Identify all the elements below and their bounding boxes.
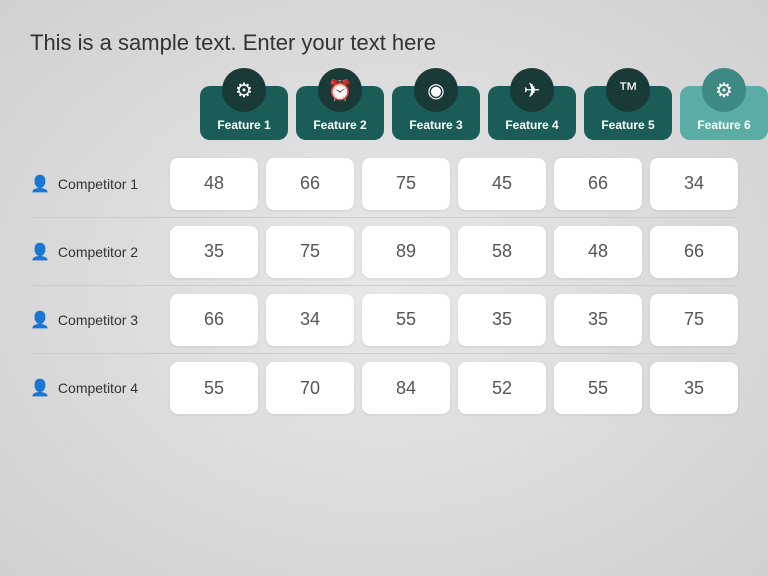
feature-icon-6: ⚙ [702, 68, 746, 112]
cell-r4-c5: 55 [554, 362, 642, 414]
cell-r1-c6: 34 [650, 158, 738, 210]
competitor-label-3: 👤 Competitor 3 [30, 310, 170, 330]
cell-r3-c6: 75 [650, 294, 738, 346]
competitor-cells-3: 663455353575 [170, 294, 738, 346]
cell-r3-c1: 66 [170, 294, 258, 346]
feature-label-5: Feature 5 [601, 118, 654, 132]
person-icon-3: 👤 [30, 310, 50, 330]
feature-col-1: ⚙Feature 1 [200, 86, 288, 140]
cell-r4-c3: 84 [362, 362, 450, 414]
competitor-cells-4: 557084525535 [170, 362, 738, 414]
feature-header-row: ⚙Feature 1⏰Feature 2◉Feature 3✈Feature 4… [200, 86, 738, 140]
feature-icon-4: ✈ [510, 68, 554, 112]
feature-icon-2: ⏰ [318, 68, 362, 112]
competitor-name-1: Competitor 1 [58, 176, 138, 192]
feature-label-6: Feature 6 [697, 118, 750, 132]
feature-col-6: ⚙Feature 6 [680, 86, 768, 140]
feature-icon-1: ⚙ [222, 68, 266, 112]
cell-r4-c6: 35 [650, 362, 738, 414]
competitor-label-1: 👤 Competitor 1 [30, 174, 170, 194]
feature-badge-4: ✈Feature 4 [488, 86, 576, 140]
cell-r1-c1: 48 [170, 158, 258, 210]
cell-r4-c1: 55 [170, 362, 258, 414]
cell-r4-c2: 70 [266, 362, 354, 414]
feature-badge-2: ⏰Feature 2 [296, 86, 384, 140]
feature-col-4: ✈Feature 4 [488, 86, 576, 140]
competitor-label-4: 👤 Competitor 4 [30, 378, 170, 398]
feature-label-2: Feature 2 [313, 118, 366, 132]
cell-r2-c6: 66 [650, 226, 738, 278]
page-title: This is a sample text. Enter your text h… [30, 30, 436, 56]
feature-badge-6: ⚙Feature 6 [680, 86, 768, 140]
feature-badge-5: ™Feature 5 [584, 86, 672, 140]
competitor-cells-2: 357589584866 [170, 226, 738, 278]
feature-badge-3: ◉Feature 3 [392, 86, 480, 140]
cell-r1-c2: 66 [266, 158, 354, 210]
competitor-name-2: Competitor 2 [58, 244, 138, 260]
cell-r1-c4: 45 [458, 158, 546, 210]
feature-col-5: ™Feature 5 [584, 86, 672, 140]
competitor-label-2: 👤 Competitor 2 [30, 242, 170, 262]
competitor-name-4: Competitor 4 [58, 380, 138, 396]
feature-col-3: ◉Feature 3 [392, 86, 480, 140]
feature-label-4: Feature 4 [505, 118, 558, 132]
person-icon-2: 👤 [30, 242, 50, 262]
comparison-table: ⚙Feature 1⏰Feature 2◉Feature 3✈Feature 4… [30, 86, 738, 422]
competitor-name-3: Competitor 3 [58, 312, 138, 328]
competitor-row-4: 👤Competitor 4557084525535 [30, 354, 738, 422]
feature-label-1: Feature 1 [217, 118, 270, 132]
competitor-row-3: 👤Competitor 3663455353575 [30, 286, 738, 354]
cell-r1-c5: 66 [554, 158, 642, 210]
feature-badge-1: ⚙Feature 1 [200, 86, 288, 140]
person-icon-4: 👤 [30, 378, 50, 398]
feature-label-3: Feature 3 [409, 118, 462, 132]
cell-r1-c3: 75 [362, 158, 450, 210]
cell-r2-c3: 89 [362, 226, 450, 278]
cell-r2-c5: 48 [554, 226, 642, 278]
competitor-row-1: 👤Competitor 1486675456634 [30, 150, 738, 218]
competitor-rows: 👤Competitor 1486675456634👤Competitor 235… [30, 150, 738, 422]
cell-r3-c2: 34 [266, 294, 354, 346]
feature-icon-5: ™ [606, 68, 650, 112]
competitor-cells-1: 486675456634 [170, 158, 738, 210]
person-icon-1: 👤 [30, 174, 50, 194]
cell-r2-c4: 58 [458, 226, 546, 278]
feature-col-2: ⏰Feature 2 [296, 86, 384, 140]
cell-r3-c3: 55 [362, 294, 450, 346]
cell-r4-c4: 52 [458, 362, 546, 414]
feature-icon-3: ◉ [414, 68, 458, 112]
competitor-row-2: 👤 Competitor 2 357589584866 [30, 218, 738, 286]
cell-r2-c2: 75 [266, 226, 354, 278]
cell-r3-c4: 35 [458, 294, 546, 346]
cell-r3-c5: 35 [554, 294, 642, 346]
cell-r2-c1: 35 [170, 226, 258, 278]
